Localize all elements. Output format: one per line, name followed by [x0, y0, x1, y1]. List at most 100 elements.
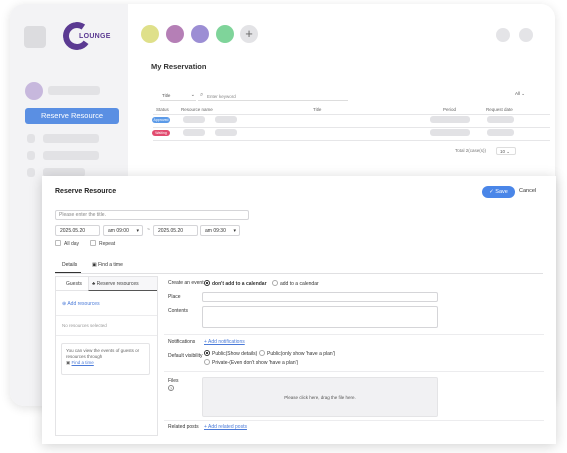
divider	[164, 420, 544, 421]
end-date-field[interactable]: 2025.05.20	[153, 225, 198, 236]
divider	[55, 273, 543, 274]
add-resources-label: Add resources	[67, 301, 100, 307]
status-badge: Approved	[152, 117, 170, 123]
notification-icon[interactable]	[496, 28, 510, 42]
filter-select[interactable]: Title ⌄	[160, 91, 196, 101]
table-cell	[430, 129, 470, 136]
divider	[164, 371, 544, 372]
panel-tabs: Guests ♣ Reserve resources	[56, 277, 157, 291]
reserve-resource-dialog: Reserve Resource ✓ Save Cancel Please en…	[42, 176, 556, 444]
radio-private[interactable]: Private-(Even don't show 'have a plan')	[204, 359, 298, 366]
place-label: Place	[168, 294, 181, 300]
radio-dont-add[interactable]: don't add to a calendar	[204, 280, 267, 287]
screen: LOUNGE Reserve Resource + My Reservation…	[0, 0, 567, 453]
radio-icon	[204, 359, 210, 365]
end-time-select[interactable]: am 09:30 ▾	[200, 225, 240, 236]
repeat-label: Repeat	[99, 241, 116, 247]
plus-icon: +	[204, 339, 207, 345]
profile-icon[interactable]	[519, 28, 533, 42]
option-label: Public(Show details)	[212, 351, 258, 357]
related-posts-label: Related posts	[168, 424, 199, 430]
divider	[153, 114, 550, 115]
end-time-value: am 09:30	[205, 228, 226, 234]
add-icon[interactable]: +	[240, 25, 258, 43]
table-cell	[215, 116, 237, 123]
checkbox-box	[90, 240, 96, 246]
radio-icon	[259, 350, 265, 356]
add-related-posts-label: Add related posts	[208, 424, 247, 430]
total-count: Total 2(case(s))	[455, 148, 487, 153]
contents-textarea[interactable]	[202, 306, 438, 328]
place-input[interactable]	[202, 292, 438, 302]
divider	[153, 140, 550, 141]
notifications-label: Notifications	[168, 339, 196, 345]
column-header: Resource name	[181, 107, 213, 112]
checkbox-box	[55, 240, 61, 246]
calendar-icon: ▣	[92, 262, 97, 268]
title-input[interactable]: Please enter the title.	[55, 210, 249, 220]
contents-label: Contents	[168, 308, 189, 314]
reserve-resource-button[interactable]: Reserve Resource	[25, 108, 119, 124]
calendar-icon: ▣	[66, 360, 71, 365]
radio-add-to-calendar[interactable]: add to a calendar	[272, 280, 319, 287]
page-size-select[interactable]: 10 ⌄	[496, 147, 516, 155]
nav-item[interactable]	[43, 151, 99, 160]
chevron-down-icon: ⌄	[190, 92, 195, 98]
start-date-field[interactable]: 2025.05.20	[55, 225, 100, 236]
repeat-checkbox[interactable]: Repeat	[90, 240, 115, 247]
menu-button[interactable]	[24, 26, 46, 48]
search-placeholder: Enter keyword	[207, 93, 236, 99]
divider	[56, 335, 157, 336]
all-day-checkbox[interactable]: All day	[55, 240, 79, 247]
start-time-select[interactable]: am 09:00 ▾	[103, 225, 143, 236]
people-icon: ♣	[92, 281, 96, 287]
status-filter-select[interactable]: All ⌄	[515, 91, 525, 97]
add-resources-button[interactable]: ⊕ Add resources	[62, 301, 100, 307]
tab-reserve-resources[interactable]: ♣ Reserve resources	[92, 281, 139, 287]
table-cell	[215, 129, 237, 136]
search-input[interactable]: ⌕ Enter keyword	[198, 91, 348, 101]
filter-select-value: Title	[162, 93, 171, 98]
file-drop-zone[interactable]: Please click here, drag the file here.	[202, 377, 438, 417]
add-notifications-link[interactable]: + Add notifications	[204, 339, 245, 345]
table-cell	[487, 116, 514, 123]
avatar[interactable]	[25, 82, 43, 100]
add-related-posts-link[interactable]: + Add related posts	[204, 424, 247, 430]
chevron-down-icon: ▾	[233, 228, 236, 234]
option-label: Private-(Even don't show 'have a plan')	[212, 360, 299, 366]
find-a-time-link[interactable]: Find a time	[72, 360, 94, 365]
reserve-resources-label: Reserve resources	[96, 281, 139, 287]
dialog-title: Reserve Resource	[55, 188, 117, 195]
plus-circle-icon: ⊕	[62, 301, 67, 307]
save-button[interactable]: ✓ Save	[482, 186, 515, 198]
nav-item[interactable]	[43, 134, 99, 143]
user-name-placeholder	[48, 86, 100, 95]
radio-icon	[272, 280, 278, 286]
save-label: Save	[495, 189, 508, 195]
radio-public-details[interactable]: Public(Show details)	[204, 350, 257, 357]
no-resources-text: No resources selected	[62, 323, 107, 328]
start-time-value: am 09:00	[108, 228, 129, 234]
color-dot-4[interactable]	[216, 25, 234, 43]
cancel-button[interactable]: Cancel	[519, 188, 536, 194]
find-a-time-hint: You can view the events of guests or res…	[61, 343, 150, 375]
plus-icon: +	[204, 424, 207, 430]
table-cell	[183, 116, 205, 123]
nav-icon	[27, 134, 35, 143]
page-size-value: 10	[500, 149, 506, 154]
divider	[164, 334, 544, 335]
color-dot-1[interactable]	[141, 25, 159, 43]
help-icon[interactable]: ?	[168, 385, 174, 391]
color-dot-3[interactable]	[191, 25, 209, 43]
radio-selected-icon	[204, 350, 210, 356]
tab-guests[interactable]: Guests	[66, 281, 82, 287]
tab-find-a-time[interactable]: ▣ Find a time	[92, 262, 123, 268]
guests-resources-panel: Guests ♣ Reserve resources ⊕ Add resourc…	[55, 276, 158, 436]
color-dot-2[interactable]	[166, 25, 184, 43]
add-notifications-label: Add notifications	[208, 339, 245, 345]
table-cell	[183, 129, 205, 136]
radio-selected-icon	[204, 280, 210, 286]
radio-public-plan[interactable]: Public(only show 'have a plan')	[259, 350, 335, 357]
tab-details[interactable]: Details	[62, 262, 77, 268]
all-day-label: All day	[64, 241, 80, 247]
